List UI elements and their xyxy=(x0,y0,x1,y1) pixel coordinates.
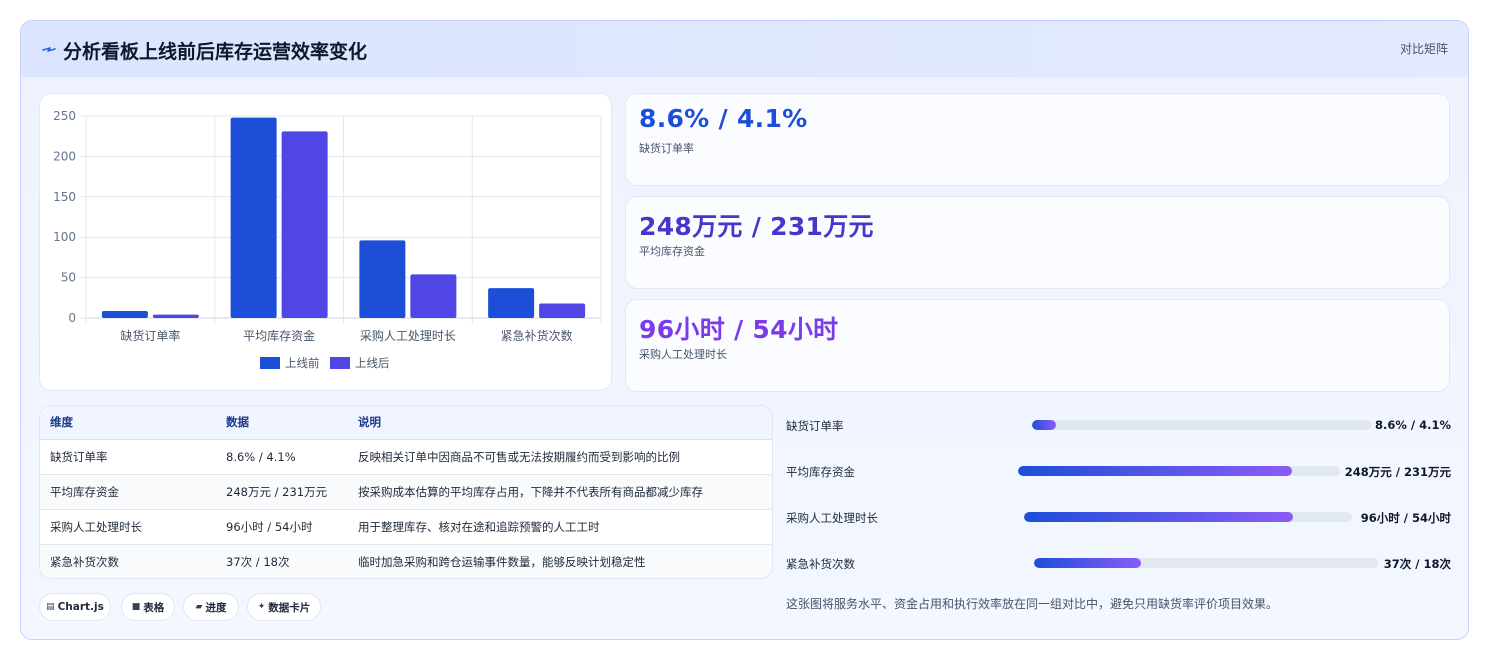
panel-header: 分析看板上线前后库存运营效率变化 对比矩阵 xyxy=(21,21,1468,77)
bar-after xyxy=(539,303,586,318)
stat-card-inventory-capital: 248万元 / 231万元 平均库存资金 xyxy=(625,196,1450,289)
x-tick-label: 缺货订单率 xyxy=(120,328,180,343)
x-tick-label: 紧急补货次数 xyxy=(501,328,573,343)
legend-swatch xyxy=(260,357,280,369)
chip-progress[interactable]: ▰ 进度 xyxy=(183,593,239,621)
stat-value: 8.6% / 4.1% xyxy=(639,104,808,133)
progress-track xyxy=(1024,512,1352,522)
column-header: 说明 xyxy=(348,406,772,440)
table-cell: 紧急补货次数 xyxy=(40,544,216,578)
stat-label: 缺货订单率 xyxy=(639,142,694,155)
progress-icon: ▰ xyxy=(195,602,203,612)
table-cell: 缺货订单率 xyxy=(40,439,216,475)
y-tick-label: 250 xyxy=(53,109,76,123)
lightning-icon xyxy=(42,47,56,52)
chip-data-cards[interactable]: ✦ 数据卡片 xyxy=(247,593,321,621)
x-tick-label: 采购人工处理时长 xyxy=(360,328,456,343)
sparkle-icon: ✦ xyxy=(257,602,266,612)
progress-track xyxy=(1032,420,1372,430)
progress-list: 缺货订单率 8.6% / 4.1% 平均库存资金 248万元 / 231万元 采… xyxy=(786,405,1451,589)
progress-fill xyxy=(1018,466,1292,476)
chip-label: Chart.js xyxy=(57,601,104,613)
table-row: 采购人工处理时长 96小时 / 54小时 用于整理库存、核对在途和追踪预警的人工… xyxy=(40,509,772,545)
stat-label: 平均库存资金 xyxy=(639,245,705,258)
progress-label: 紧急补货次数 xyxy=(786,557,855,571)
stat-label: 采购人工处理时长 xyxy=(639,348,727,361)
column-header: 数据 xyxy=(216,406,348,440)
progress-label: 平均库存资金 xyxy=(786,465,855,479)
bar-after xyxy=(281,131,328,318)
table-cell: 反映相关订单中因商品不可售或无法按期履约而受到影响的比例 xyxy=(348,439,772,475)
progress-row: 平均库存资金 248万元 / 231万元 xyxy=(786,461,1451,481)
progress-fill xyxy=(1024,512,1293,522)
progress-value: 96小时 / 54小时 xyxy=(1360,511,1451,525)
progress-value: 248万元 / 231万元 xyxy=(1344,465,1451,479)
stat-card-stockout: 8.6% / 4.1% 缺货订单率 xyxy=(625,93,1450,186)
y-tick-label: 200 xyxy=(53,149,76,163)
table-cell: 按采购成本估算的平均库存占用，下降并不代表所有商品都减少库存 xyxy=(348,474,772,510)
bar-chart: 0 50 100 150 200 250 缺货订单率 平均库存资金 采购人工处理时长 紧急补货次数… xyxy=(53,109,602,370)
table-cell: 平均库存资金 xyxy=(40,474,216,510)
y-tick-label: 0 xyxy=(68,311,76,325)
table-cell: 37次 / 18次 xyxy=(216,544,348,578)
page-title: 分析看板上线前后库存运营效率变化 xyxy=(63,41,368,63)
bar-after xyxy=(152,314,199,318)
x-tick-label: 平均库存资金 xyxy=(243,328,315,343)
bar-before xyxy=(230,117,277,318)
comparison-table: 维度 数据 说明 缺货订单率 8.6% / 4.1% 反映相关订单中因商品不可售… xyxy=(40,406,772,578)
header-tag: 对比矩阵 xyxy=(1399,42,1448,56)
progress-track xyxy=(1018,466,1340,476)
progress-track xyxy=(1034,558,1378,568)
table-cell: 用于整理库存、核对在途和追踪预警的人工工时 xyxy=(348,509,772,545)
chip-table[interactable]: ■ 表格 xyxy=(121,593,175,621)
table-header-row: 维度 数据 说明 xyxy=(40,406,772,440)
bar-after xyxy=(410,274,457,318)
progress-label: 缺货订单率 xyxy=(786,419,844,433)
table-icon: ■ xyxy=(131,602,141,612)
y-tick-label: 150 xyxy=(53,190,76,204)
progress-label: 采购人工处理时长 xyxy=(786,511,878,525)
bar-before xyxy=(101,311,148,318)
progress-row: 缺货订单率 8.6% / 4.1% xyxy=(786,415,1451,435)
table-cell: 采购人工处理时长 xyxy=(40,509,216,545)
table-row: 平均库存资金 248万元 / 231万元 按采购成本估算的平均库存占用，下降并不… xyxy=(40,474,772,510)
stat-card-handling-time: 96小时 / 54小时 采购人工处理时长 xyxy=(625,299,1450,392)
comparison-table-card: 维度 数据 说明 缺货订单率 8.6% / 4.1% 反映相关订单中因商品不可售… xyxy=(39,405,773,579)
legend-label: 上线后 xyxy=(355,356,390,370)
progress-fill xyxy=(1034,558,1141,568)
progress-fill xyxy=(1032,420,1056,430)
table-cell: 临时加急采购和跨仓运输事件数量，能够反映计划稳定性 xyxy=(348,544,772,578)
column-header: 维度 xyxy=(40,406,216,440)
chip-label: 数据卡片 xyxy=(268,601,311,614)
bar-before xyxy=(359,240,406,318)
y-tick-label: 100 xyxy=(53,230,76,244)
bar-before xyxy=(488,288,535,318)
stat-value: 96小时 / 54小时 xyxy=(639,315,839,344)
chip-label: 进度 xyxy=(205,601,227,614)
table-cell: 96小时 / 54小时 xyxy=(216,509,348,545)
legend-label: 上线前 xyxy=(285,356,320,370)
stat-value: 248万元 / 231万元 xyxy=(639,212,874,241)
chip-chartjs[interactable]: ▤ Chart.js xyxy=(39,593,111,621)
progress-value: 8.6% / 4.1% xyxy=(1375,418,1451,432)
summary-note: 这张图将服务水平、资金占用和执行效率放在同一组对比中，避免只用缺货率评价项目效果… xyxy=(786,597,1279,611)
progress-row: 采购人工处理时长 96小时 / 54小时 xyxy=(786,507,1451,527)
chip-label: 表格 xyxy=(143,601,165,614)
dashboard-panel: 分析看板上线前后库存运营效率变化 对比矩阵 0 50 100 150 200 250 缺货订… xyxy=(20,20,1469,640)
table-row: 缺货订单率 8.6% / 4.1% 反映相关订单中因商品不可售或无法按期履约而受… xyxy=(40,439,772,475)
y-tick-label: 50 xyxy=(61,271,76,285)
table-cell: 8.6% / 4.1% xyxy=(216,439,348,475)
table-cell: 248万元 / 231万元 xyxy=(216,474,348,510)
progress-value: 37次 / 18次 xyxy=(1383,557,1451,571)
legend-swatch xyxy=(330,357,350,369)
chart-icon: ▤ xyxy=(46,602,55,612)
bar-chart-card: 0 50 100 150 200 250 缺货订单率 平均库存资金 采购人工处理时长 紧急补货次数… xyxy=(39,93,612,391)
progress-row: 紧急补货次数 37次 / 18次 xyxy=(786,553,1451,573)
table-row: 紧急补货次数 37次 / 18次 临时加急采购和跨仓运输事件数量，能够反映计划稳… xyxy=(40,544,772,578)
